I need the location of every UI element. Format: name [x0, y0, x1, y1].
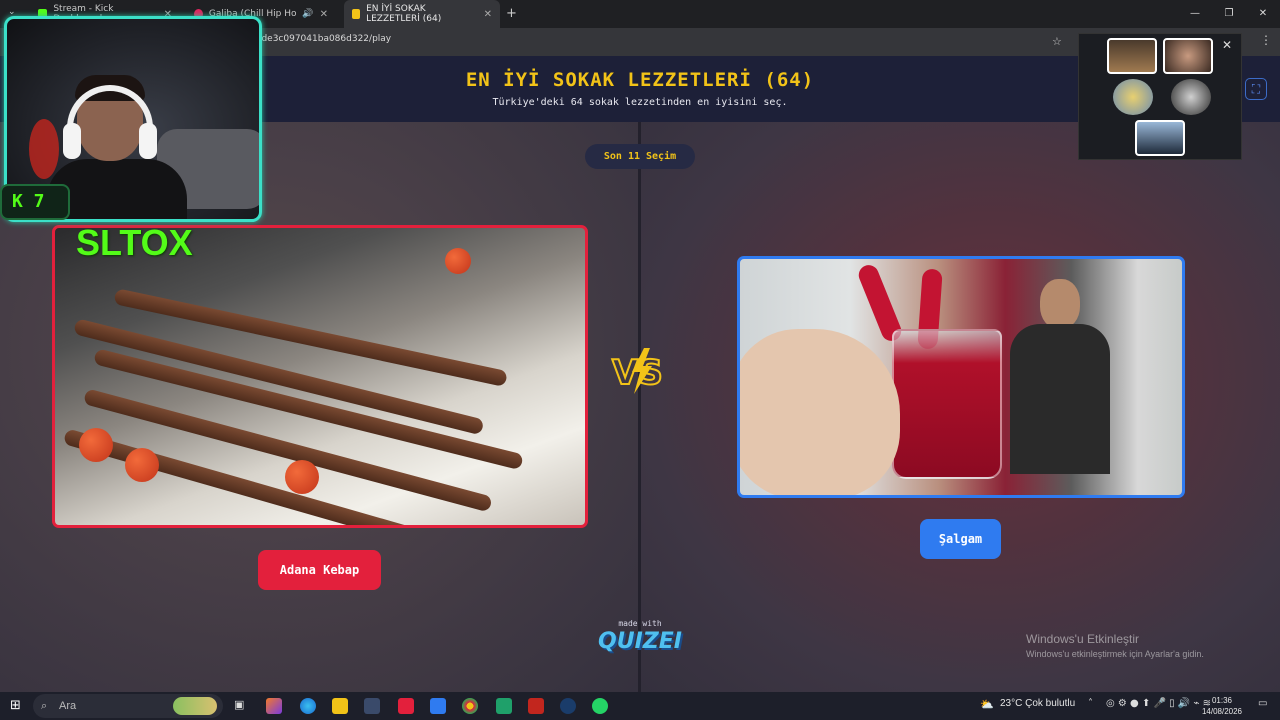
tray-icons[interactable]: ◎ ⚙ ● ⬆ 🎤 ▯ 🔊 ⌁ ≋ — [1106, 698, 1211, 709]
app-icon[interactable] — [496, 698, 512, 714]
speaker-icon[interactable]: 🔊 — [302, 9, 313, 19]
call-pip-window[interactable]: ✕ — [1078, 33, 1242, 160]
made-with-label: made with — [618, 619, 662, 628]
fullscreen-icon[interactable]: ⛶ — [1245, 78, 1267, 100]
tray-chevron-icon[interactable]: ˄ — [1088, 698, 1093, 709]
chrome-icon[interactable] — [462, 698, 478, 714]
tomato — [285, 460, 319, 494]
select-adana-kebap-button[interactable]: Adana Kebap — [258, 550, 381, 590]
tomato — [125, 448, 159, 482]
center-divider — [638, 122, 641, 692]
bookmark-star-icon[interactable]: ☆ — [1052, 35, 1062, 48]
windows-activation-watermark: Windows'u Etkinleştir Windows'u etkinleş… — [1026, 632, 1204, 659]
whatsapp-icon[interactable] — [592, 698, 608, 714]
mail-icon[interactable] — [430, 698, 446, 714]
activation-title: Windows'u Etkinleştir — [1026, 632, 1139, 646]
tomato — [79, 428, 113, 462]
close-tab-icon[interactable]: ✕ — [484, 9, 492, 20]
steam-icon[interactable] — [560, 698, 576, 714]
window-controls: — ❐ ✕ — [1178, 0, 1280, 28]
select-salgam-button[interactable]: Şalgam — [920, 519, 1001, 559]
clock-time: 01:36 — [1211, 696, 1233, 705]
file-explorer-icon[interactable] — [332, 698, 348, 714]
search-highlight-image — [173, 697, 217, 715]
close-tab-icon[interactable]: ✕ — [320, 9, 328, 20]
app-icon[interactable] — [398, 698, 414, 714]
windows-start-icon[interactable]: ⊞ — [10, 698, 21, 713]
clock-date: 14/08/2026 — [1201, 707, 1243, 716]
participant-avatar[interactable] — [1113, 79, 1153, 115]
quiz-favicon-icon — [352, 9, 361, 19]
participant-avatar[interactable] — [1171, 79, 1211, 115]
tab-title: EN İYİ SOKAK LEZZETLERİ (64) — [366, 4, 442, 24]
search-icon: ⌕ — [41, 700, 48, 712]
headphone-earcup — [63, 123, 81, 159]
tomato — [445, 248, 471, 274]
windows-taskbar: ⊞ ⌕ Ara ▣ ⛅ 23°C Çok bulutlu ˄ ◎ ⚙ ● ⬆ 🎤… — [0, 692, 1280, 720]
maximize-button[interactable]: ❐ — [1212, 0, 1246, 28]
versus-icon: VS — [611, 348, 664, 394]
url-field[interactable]: 78de3c097041ba086d322/play — [250, 34, 391, 44]
minimize-button[interactable]: — — [1178, 0, 1212, 28]
quizei-logo[interactable]: QUIZEI — [596, 629, 684, 654]
kick-follower-badge: K 7 — [0, 184, 70, 220]
round-indicator: Son 11 Seçim — [585, 144, 695, 169]
search-placeholder: Ara — [59, 700, 77, 712]
option-card-adana-kebap[interactable] — [52, 225, 588, 528]
salgam-glass — [892, 329, 1002, 479]
taskbar-search[interactable]: ⌕ Ara — [33, 694, 223, 718]
task-view-icon[interactable]: ▣ — [234, 698, 244, 711]
vendor-person — [1010, 279, 1110, 479]
tab-quiz[interactable]: EN İYİ SOKAK LEZZETLERİ (64) ✕ — [344, 0, 500, 28]
hand — [740, 329, 900, 495]
copilot-icon[interactable] — [266, 698, 282, 714]
activation-subtitle: Windows'u etkinleştirmek için Ayarlar'a … — [1026, 649, 1204, 659]
close-window-button[interactable]: ✕ — [1246, 0, 1280, 28]
headphone-earcup — [139, 123, 157, 159]
option-card-salgam[interactable] — [737, 256, 1185, 498]
taskbar-clock[interactable]: 01:36 14/08/2026 — [1200, 695, 1244, 717]
weather-icon: ⛅ — [980, 698, 994, 711]
app-icon[interactable] — [528, 698, 544, 714]
new-tab-button[interactable]: + — [506, 6, 517, 21]
notification-icon[interactable]: ▭ — [1258, 698, 1267, 709]
browser-menu-icon[interactable]: ⋮ — [1260, 33, 1272, 47]
edge-icon[interactable] — [300, 698, 316, 714]
participant-video[interactable] — [1163, 38, 1213, 74]
weather-text[interactable]: 23°C Çok bulutlu — [1000, 698, 1075, 709]
background-light — [29, 119, 59, 179]
participant-video[interactable] — [1135, 120, 1185, 156]
close-pip-icon[interactable]: ✕ — [1222, 38, 1232, 52]
participant-video[interactable] — [1107, 38, 1157, 74]
streamer-name: SLTOX — [76, 222, 193, 263]
store-icon[interactable] — [364, 698, 380, 714]
